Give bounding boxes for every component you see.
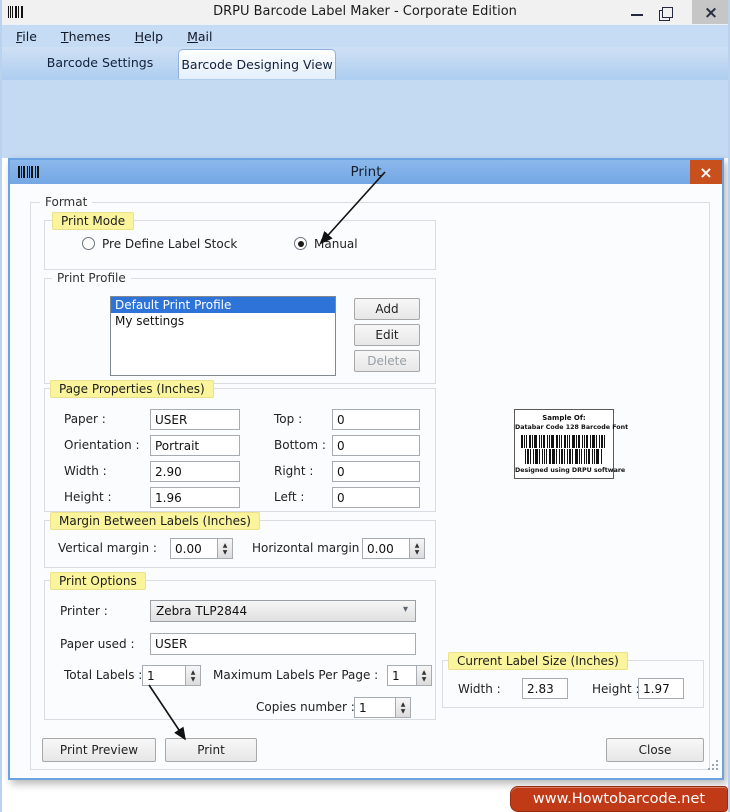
printer-value: Zebra TLP2844 <box>156 604 248 618</box>
preview-line3: Designed using DRPU software <box>515 467 626 474</box>
vertical-margin-spinner[interactable] <box>217 538 233 559</box>
close-dialog-button[interactable]: Close <box>606 738 704 762</box>
printer-combobox[interactable]: Zebra TLP2844 ▾ <box>150 600 416 622</box>
max-labels-spinner[interactable] <box>416 665 432 686</box>
total-labels-spinner[interactable] <box>185 665 201 686</box>
copies-spinner[interactable] <box>395 697 411 718</box>
printer-label: Printer : <box>60 604 108 618</box>
orientation-label: Orientation : <box>64 438 140 452</box>
print-options-label: Print Options <box>50 572 146 590</box>
dialog-titlebar: Print <box>10 160 722 184</box>
watermark: www.Howtobarcode.net <box>510 786 728 812</box>
menu-help[interactable]: Help <box>135 29 164 44</box>
delete-button[interactable]: Delete <box>354 350 420 372</box>
preview-barcode-row2 <box>525 449 603 464</box>
height-field[interactable] <box>150 487 240 508</box>
radio-manual[interactable] <box>294 237 307 250</box>
paper-used-field[interactable] <box>150 633 416 655</box>
orientation-field[interactable] <box>150 435 240 456</box>
tab-barcode-settings[interactable]: Barcode Settings <box>30 55 170 70</box>
dialog-title: Print <box>350 164 382 180</box>
vertical-margin-field[interactable] <box>170 538 218 559</box>
minimize-button[interactable] <box>624 0 650 24</box>
label-size-height-field[interactable] <box>638 678 684 699</box>
menu-themes[interactable]: Themes <box>61 29 111 44</box>
label-size-width-label: Width : <box>458 682 501 696</box>
height-label: Height : <box>64 490 112 504</box>
top-label: Top : <box>274 412 303 426</box>
menubar: File Themes Help Mail <box>0 24 730 47</box>
menu-mail[interactable]: Mail <box>187 29 212 44</box>
print-mode-label: Print Mode <box>52 212 135 230</box>
label-size-height-label: Height : <box>592 682 640 696</box>
copies-field[interactable] <box>354 697 396 718</box>
format-label: Format <box>40 195 93 209</box>
radio-manual-label[interactable]: Manual <box>314 237 358 251</box>
bottom-field[interactable] <box>332 435 420 456</box>
add-button[interactable]: Add <box>354 298 420 320</box>
close-button[interactable] <box>692 0 730 26</box>
copies-label: Copies number : <box>256 700 355 714</box>
titlebar: DRPU Barcode Label Maker - Corporate Edi… <box>0 0 730 26</box>
paper-label: Paper : <box>64 412 106 426</box>
page-properties-label: Page Properties (Inches) <box>50 380 214 398</box>
max-labels-label: Maximum Labels Per Page : <box>213 668 379 682</box>
print-preview-button[interactable]: Print Preview <box>42 738 156 762</box>
label-preview: Sample Of: Databar Code 128 Barcode Font… <box>514 409 629 479</box>
total-labels-label: Total Labels : <box>64 668 143 682</box>
preview-line2: Databar Code 128 Barcode Font <box>515 424 629 431</box>
horizontal-margin-field[interactable] <box>362 538 410 559</box>
tab-barcode-designing-view[interactable]: Barcode Designing View <box>178 49 336 79</box>
window-title: DRPU Barcode Label Maker - Corporate Edi… <box>213 4 517 19</box>
chevron-down-icon: ▾ <box>402 604 408 615</box>
app-window: DRPU Barcode Label Maker - Corporate Edi… <box>0 0 730 812</box>
paper-used-label: Paper used : <box>60 637 135 651</box>
right-label: Right : <box>274 464 314 478</box>
menu-file[interactable]: File <box>16 29 37 44</box>
print-button[interactable]: Print <box>165 738 257 762</box>
restore-button[interactable] <box>654 0 680 24</box>
print-profile-label: Print Profile <box>52 271 131 285</box>
label-size-label: Current Label Size (Inches) <box>448 652 628 670</box>
edit-button[interactable]: Edit <box>354 324 420 346</box>
bottom-label: Bottom : <box>274 438 326 452</box>
width-label: Width : <box>64 464 107 478</box>
window-border-left <box>0 0 2 812</box>
paper-field[interactable] <box>150 409 240 430</box>
width-field[interactable] <box>150 461 240 482</box>
horizontal-margin-spinner[interactable] <box>409 538 425 559</box>
profile-list-item[interactable]: Default Print Profile <box>111 297 335 313</box>
preview-line1: Sample Of: <box>542 414 586 422</box>
radio-predefine-label[interactable]: Pre Define Label Stock <box>102 237 237 251</box>
label-size-width-field[interactable] <box>522 678 568 699</box>
profile-list-item[interactable]: My settings <box>111 313 335 329</box>
vertical-margin-label: Vertical margin : <box>58 541 157 555</box>
ribbon: Standard Tools ▯▣⧉⧉▥✂✂↶↷⧉⧉▦▣✉➔ Drawing T… <box>0 80 730 234</box>
minimize-icon <box>631 14 643 16</box>
horizontal-margin-label: Horizontal margin : <box>252 541 368 555</box>
left-field[interactable] <box>332 487 420 508</box>
resize-grip[interactable] <box>708 760 718 770</box>
preview-barcode-row1 <box>521 435 607 448</box>
dialog-close-button[interactable] <box>690 160 722 184</box>
max-labels-field[interactable] <box>387 665 417 686</box>
top-field[interactable] <box>332 409 420 430</box>
print-profile-listbox[interactable]: Default Print Profile My settings <box>110 296 336 376</box>
radio-predefine-label-stock[interactable] <box>82 237 95 250</box>
margins-label: Margin Between Labels (Inches) <box>50 512 260 530</box>
left-label: Left : <box>274 490 305 504</box>
total-labels-field[interactable] <box>142 665 186 686</box>
print-dialog: Print Format Print Mode Pre Define Label… <box>8 158 724 780</box>
right-field[interactable] <box>332 461 420 482</box>
